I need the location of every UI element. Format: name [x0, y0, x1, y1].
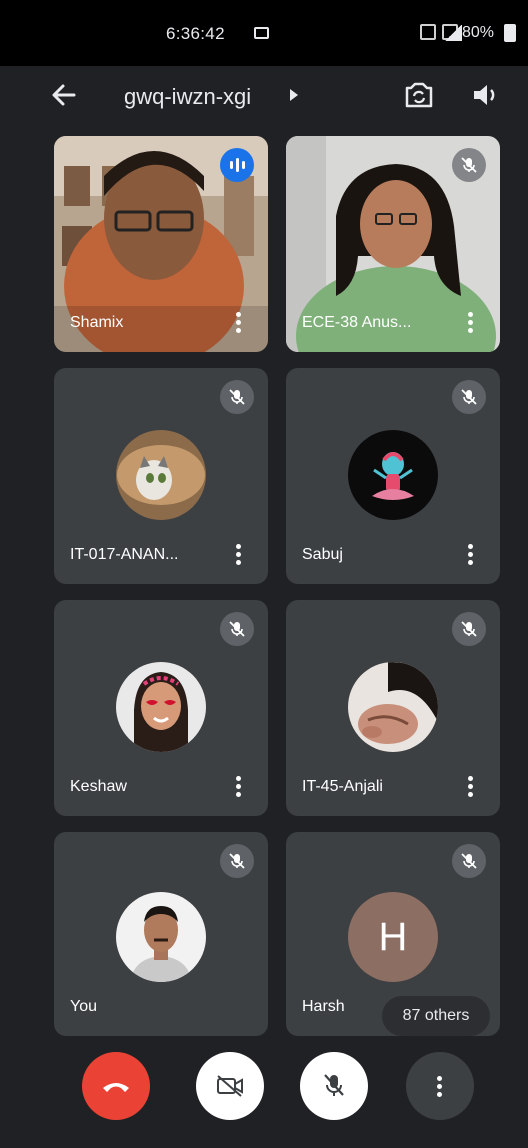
avatar	[348, 662, 438, 752]
end-call-icon	[103, 1083, 129, 1092]
avatar	[348, 430, 438, 520]
status-time: 6:36:42	[166, 24, 225, 43]
back-arrow-icon[interactable]	[50, 80, 78, 110]
more-options-icon[interactable]	[468, 776, 474, 798]
chevron-right-icon[interactable]	[290, 89, 298, 101]
mic-off-icon	[452, 612, 486, 646]
avatar	[116, 892, 206, 982]
avatar: H	[348, 892, 438, 982]
speaker-icon[interactable]	[470, 80, 500, 110]
avatar-initial: H	[378, 914, 408, 959]
screen-record-icon	[254, 27, 269, 39]
mic-off-icon	[452, 380, 486, 414]
participant-name: IT-017-ANAN...	[70, 546, 179, 563]
participant-tile-it017[interactable]: IT-017-ANAN...	[54, 368, 268, 584]
participant-tile-you[interactable]: You	[54, 832, 268, 1036]
mic-off-icon	[324, 1074, 344, 1096]
more-options-button[interactable]	[406, 1052, 474, 1120]
battery-percent: 80%	[462, 24, 495, 41]
avatar	[116, 430, 206, 520]
more-options-icon[interactable]	[468, 544, 474, 566]
others-count-chip[interactable]: 87 others	[382, 996, 490, 1036]
battery-icon	[504, 24, 516, 42]
participant-tile-keshaw[interactable]: Keshaw	[54, 600, 268, 816]
participant-name: Harsh	[302, 998, 345, 1015]
switch-camera-icon[interactable]	[402, 80, 436, 110]
call-controls	[0, 1040, 528, 1148]
participant-tile-shamix[interactable]: Shamix	[54, 136, 268, 352]
mic-off-icon	[452, 844, 486, 878]
participant-tile-sabuj[interactable]: Sabuj	[286, 368, 500, 584]
participant-name: You	[70, 998, 97, 1015]
participant-name: Keshaw	[70, 778, 127, 795]
mic-off-icon	[220, 380, 254, 414]
signal-icon	[444, 25, 462, 41]
participant-name: ECE-38 Anus...	[302, 314, 412, 331]
participant-tile-it45[interactable]: IT-45-Anjali	[286, 600, 500, 816]
more-options-icon[interactable]	[236, 312, 242, 334]
more-options-icon[interactable]	[468, 312, 474, 334]
participant-tile-ece38[interactable]: ECE-38 Anus...	[286, 136, 500, 352]
app-bar: gwq-iwzn-xgi	[0, 66, 528, 132]
status-bar: 6:36:42 80%	[0, 0, 528, 66]
avatar	[116, 662, 206, 752]
participant-name: Sabuj	[302, 546, 343, 563]
participant-name: Shamix	[70, 314, 124, 331]
end-call-button[interactable]	[82, 1052, 150, 1120]
more-options-icon[interactable]	[236, 544, 242, 566]
more-vert-icon	[437, 1075, 443, 1097]
mic-off-icon	[220, 612, 254, 646]
meeting-code[interactable]: gwq-iwzn-xgi	[124, 84, 251, 110]
notification-icon	[420, 24, 436, 40]
mic-off-icon	[220, 844, 254, 878]
speaking-indicator-icon	[220, 148, 254, 182]
mic-toggle-button[interactable]	[300, 1052, 368, 1120]
participant-name: IT-45-Anjali	[302, 778, 383, 795]
camera-off-icon	[217, 1075, 243, 1097]
mic-off-icon	[452, 148, 486, 182]
camera-toggle-button[interactable]	[196, 1052, 264, 1120]
more-options-icon[interactable]	[236, 776, 242, 798]
